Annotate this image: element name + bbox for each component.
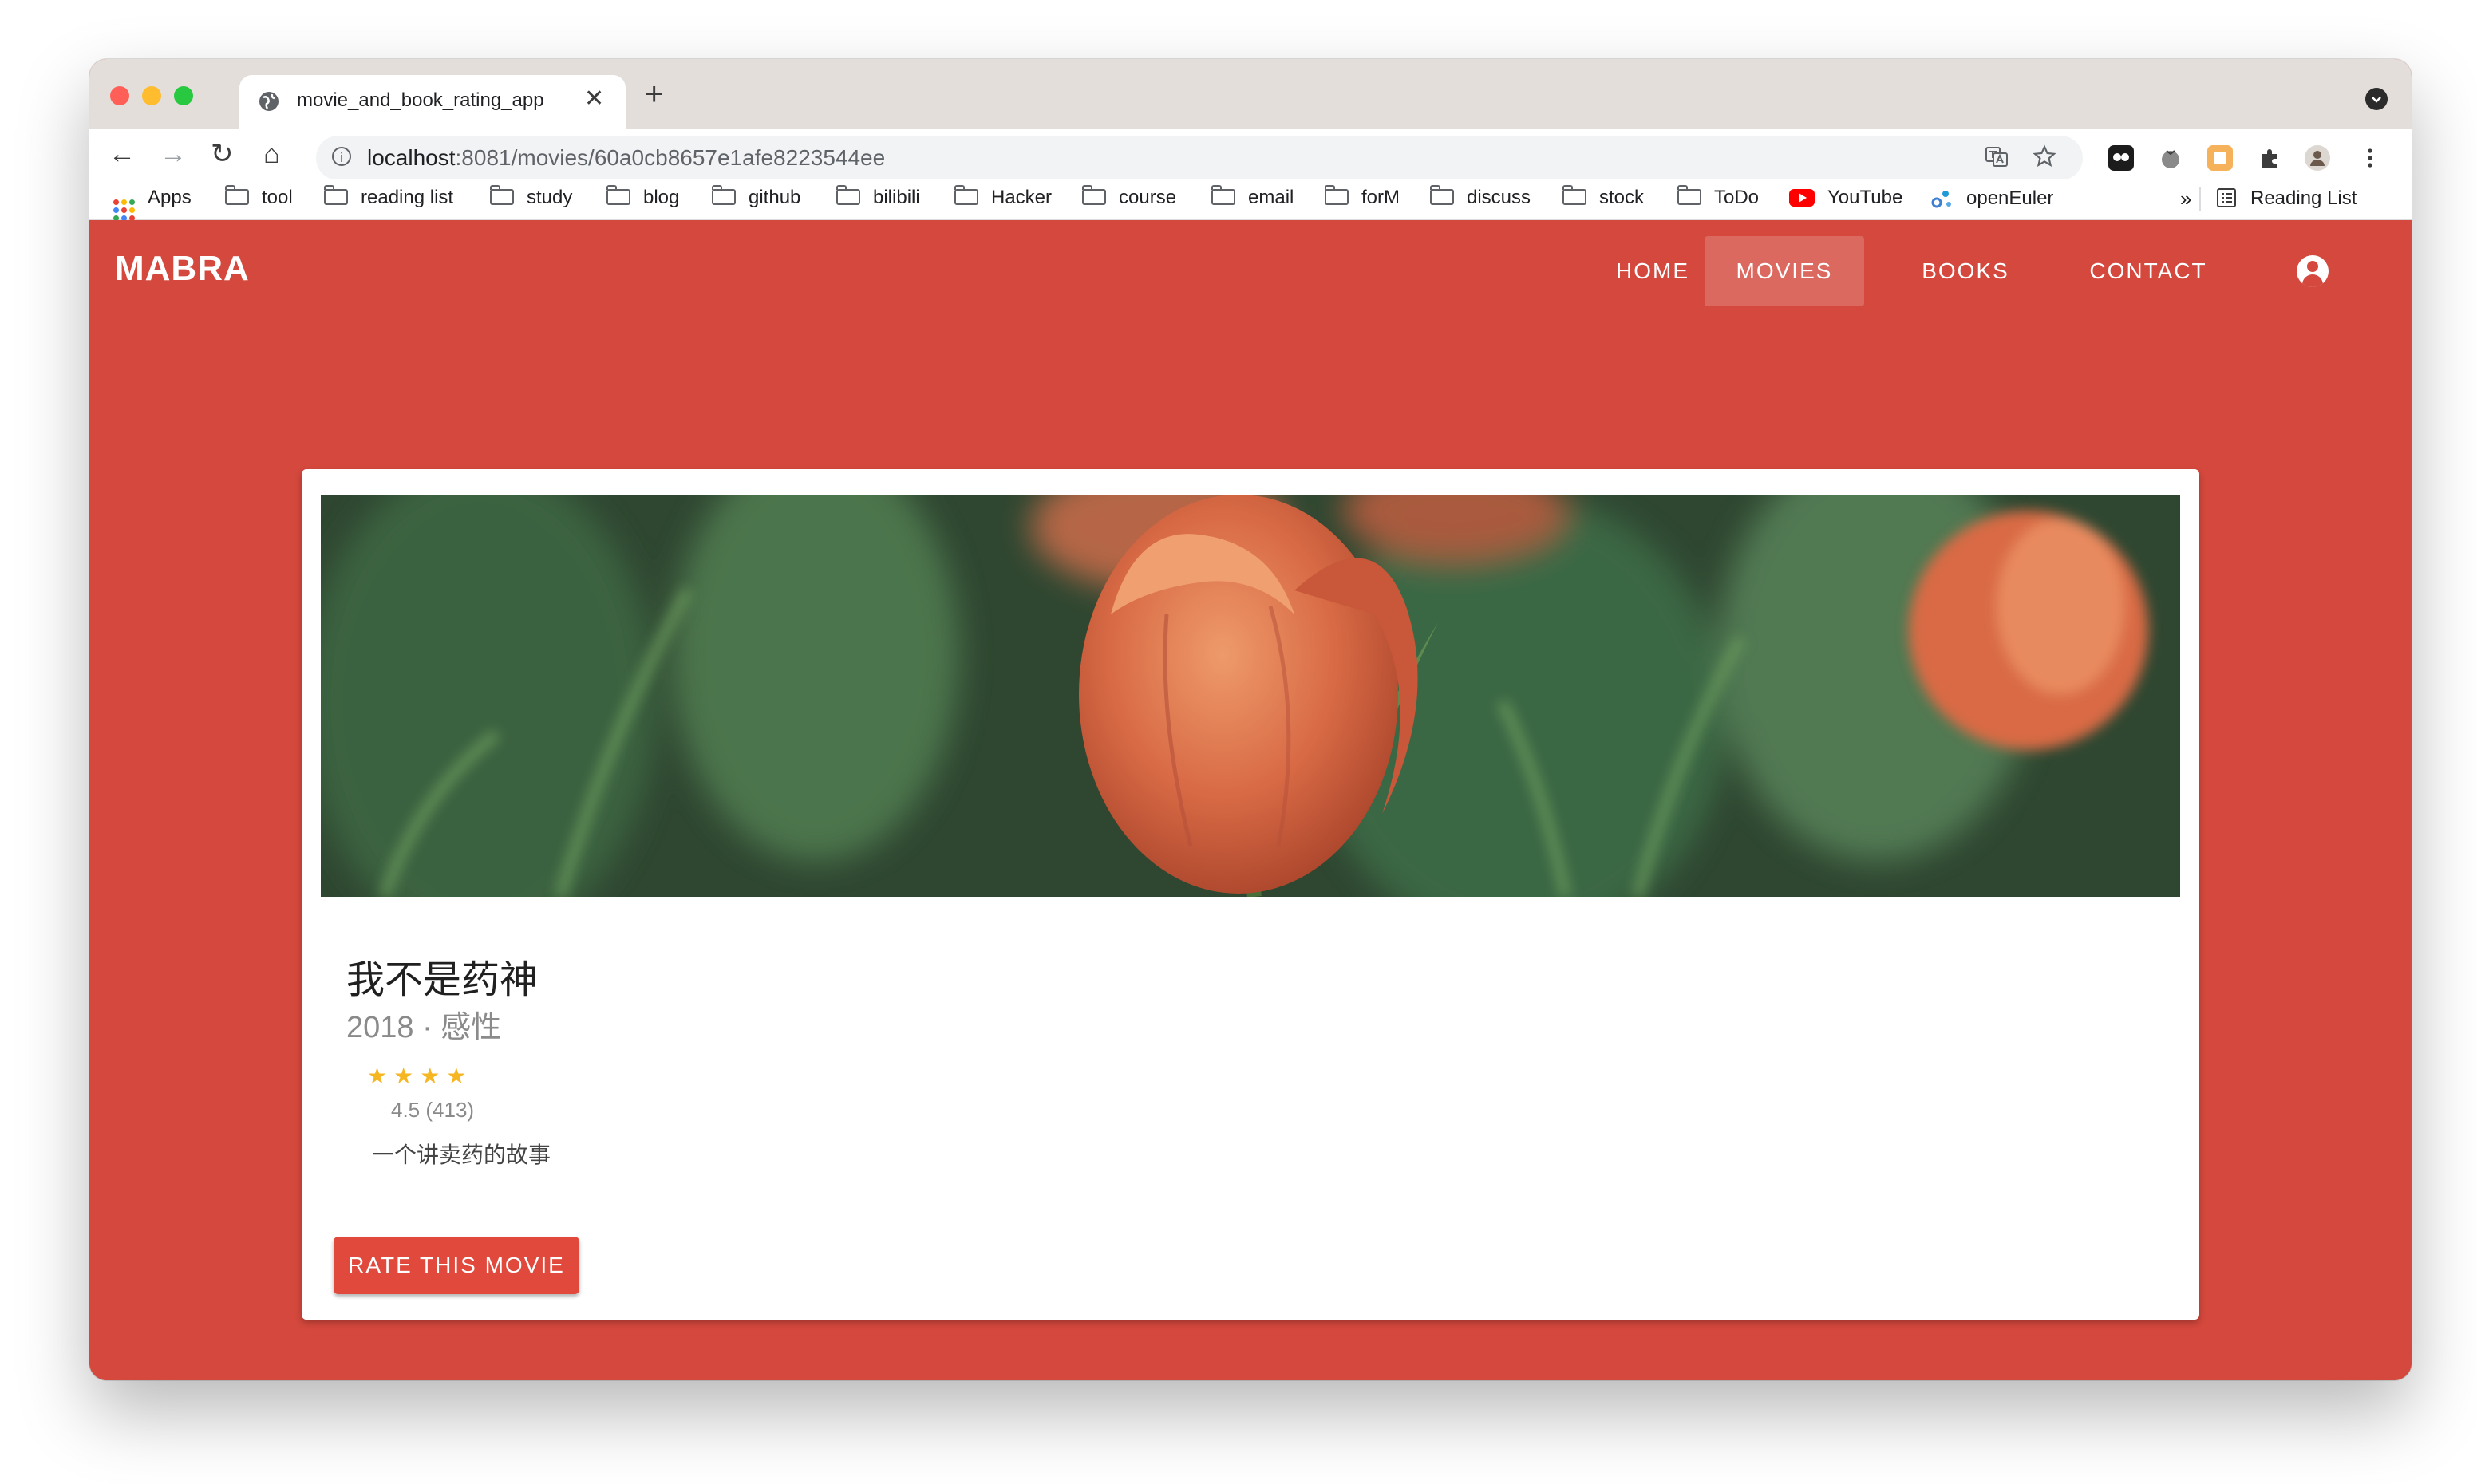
browser-window: movie_and_book_rating_app ✕ + ← → ↻ ⌂ i … — [89, 59, 2412, 1380]
home-button[interactable]: ⌂ — [263, 139, 280, 169]
bookmark-blog[interactable]: blog — [606, 185, 679, 211]
translate-icon[interactable] — [1984, 144, 2009, 176]
close-window-button[interactable] — [110, 86, 129, 105]
folder-icon — [836, 185, 860, 205]
bookmark-openeuler[interactable]: openEuler — [1930, 187, 2053, 211]
movie-year-genre: 2018 · 感性 — [346, 1011, 502, 1044]
folder-icon — [225, 185, 249, 205]
folder-icon — [490, 185, 514, 205]
rating-stars: ★★★★ — [367, 1064, 473, 1088]
browser-menu-icon[interactable] — [2357, 145, 2383, 171]
extension-tomato-icon[interactable] — [2158, 145, 2183, 171]
bookmarks-overflow-button[interactable]: » — [2180, 187, 2191, 211]
tab-strip: movie_and_book_rating_app ✕ + — [89, 59, 2412, 129]
folder-icon — [1325, 185, 1349, 205]
bookmark-study[interactable]: study — [490, 185, 572, 211]
movie-title: 我不是药神 — [346, 959, 539, 1001]
youtube-icon — [1789, 189, 1815, 207]
globe-icon — [257, 89, 281, 117]
close-tab-icon[interactable]: ✕ — [584, 85, 604, 112]
account-icon[interactable] — [2297, 255, 2329, 287]
chevron-down-icon — [2372, 97, 2381, 103]
movie-description: 一个讲卖药的故事 — [372, 1143, 551, 1167]
address-bar[interactable]: i localhost:8081/movies/60a0cb8657e1afe8… — [316, 136, 2083, 180]
nav-movies[interactable]: MOVIES — [1705, 236, 1864, 306]
bookmark-email[interactable]: email — [1211, 185, 1294, 211]
folder-icon — [712, 185, 736, 205]
new-tab-button[interactable]: + — [645, 77, 663, 112]
bookmark-hacker[interactable]: Hacker — [954, 185, 1052, 211]
tab-title: movie_and_book_rating_app — [297, 89, 544, 111]
folder-icon — [1211, 185, 1235, 205]
folder-icon — [1430, 185, 1454, 205]
bookmark-form[interactable]: forM — [1325, 185, 1400, 211]
reading-list-button[interactable]: Reading List — [2215, 187, 2357, 211]
back-button[interactable]: ← — [109, 139, 136, 169]
folder-icon — [954, 185, 978, 205]
bookmark-github[interactable]: github — [712, 185, 800, 211]
maximize-window-button[interactable] — [174, 86, 193, 105]
forward-button[interactable]: → — [160, 139, 187, 169]
nav-books[interactable]: BOOKS — [1890, 236, 2041, 306]
bookmark-tool[interactable]: tool — [225, 185, 293, 211]
bookmark-course[interactable]: course — [1082, 185, 1176, 211]
bookmark-star-icon[interactable] — [2032, 144, 2057, 176]
bookmark-reading-list[interactable]: reading list — [324, 185, 453, 211]
movie-card: 我不是药神 2018 · 感性 ★★★★ 4.5 (413) 一个讲卖药的故事 … — [302, 469, 2199, 1320]
bookmark-stock[interactable]: stock — [1562, 185, 1644, 211]
folder-icon — [1562, 185, 1586, 205]
tab-search-button[interactable] — [2365, 88, 2388, 110]
site-info-icon[interactable]: i — [332, 147, 351, 166]
folder-icon — [1677, 185, 1701, 205]
bookmark-bilibili[interactable]: bilibili — [836, 185, 920, 211]
brand-logo[interactable]: MABRA — [115, 249, 250, 289]
folder-icon — [1082, 185, 1106, 205]
url-text: localhost:8081/movies/60a0cb8657e1afe822… — [367, 145, 886, 170]
folder-icon — [324, 185, 348, 205]
profile-avatar-icon[interactable] — [2305, 145, 2330, 171]
browser-tab[interactable]: movie_and_book_rating_app ✕ — [239, 75, 626, 129]
rate-movie-button[interactable]: RATE THIS MOVIE — [334, 1237, 579, 1294]
bookmarks-divider — [2199, 187, 2201, 211]
movie-hero-image — [321, 495, 2180, 897]
nav-contact[interactable]: CONTACT — [2056, 236, 2241, 306]
folder-icon — [606, 185, 630, 205]
browser-toolbar: ← → ↻ ⌂ i localhost:8081/movies/60a0cb86… — [89, 129, 2412, 180]
extension-orange-icon[interactable] — [2207, 145, 2233, 171]
reading-list-icon — [2217, 188, 2236, 207]
nav-home[interactable]: HOME — [1582, 236, 1724, 306]
bookmark-youtube[interactable]: YouTube — [1789, 187, 1902, 211]
bookmark-discuss[interactable]: discuss — [1430, 185, 1531, 211]
extensions-puzzle-icon[interactable] — [2257, 145, 2282, 171]
app-page: MABRA HOME MOVIES BOOKS CONTACT 我不是药神 20… — [89, 220, 2412, 1380]
apps-grid-icon — [113, 199, 135, 221]
minimize-window-button[interactable] — [142, 86, 161, 105]
rating-value: 4.5 (413) — [391, 1098, 475, 1122]
extension-tampermonkey-icon[interactable] — [2108, 145, 2134, 171]
bookmark-apps[interactable]: Apps — [113, 187, 192, 221]
bookmark-todo[interactable]: ToDo — [1677, 185, 1759, 211]
openeuler-icon — [1930, 187, 1954, 211]
reload-button[interactable]: ↻ — [211, 139, 234, 169]
bookmarks-bar: Apps tool reading list study blog github… — [89, 179, 2412, 221]
